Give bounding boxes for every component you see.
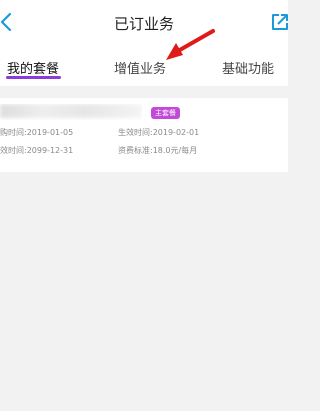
tab-bar: 我的套餐 增值业务 基础功能 (0, 44, 288, 86)
package-card[interactable]: 主套餐 购时间:2019-01-05 生效时间:2019-02-01 效时间:2… (0, 98, 288, 172)
external-link-icon[interactable] (270, 12, 288, 32)
active-tab-indicator (6, 76, 61, 79)
effective-time: 生效时间:2019-02-01 (118, 128, 200, 137)
expire-time: 效时间:2099-12-31 (0, 146, 74, 155)
package-name-redacted (0, 104, 142, 120)
order-time: 购时间:2019-01-05 (0, 128, 74, 137)
tab-value-added-services[interactable]: 增值业务 (114, 58, 166, 77)
tab-basic-functions[interactable]: 基础功能 (222, 58, 274, 77)
header-bar: 已订业务 (0, 0, 288, 44)
fee-standard: 资费标准:18.0元/每月 (118, 146, 198, 155)
page-title: 已订业务 (113, 15, 174, 33)
main-package-badge: 主套餐 (151, 107, 180, 119)
tab-my-package[interactable]: 我的套餐 (7, 58, 59, 77)
